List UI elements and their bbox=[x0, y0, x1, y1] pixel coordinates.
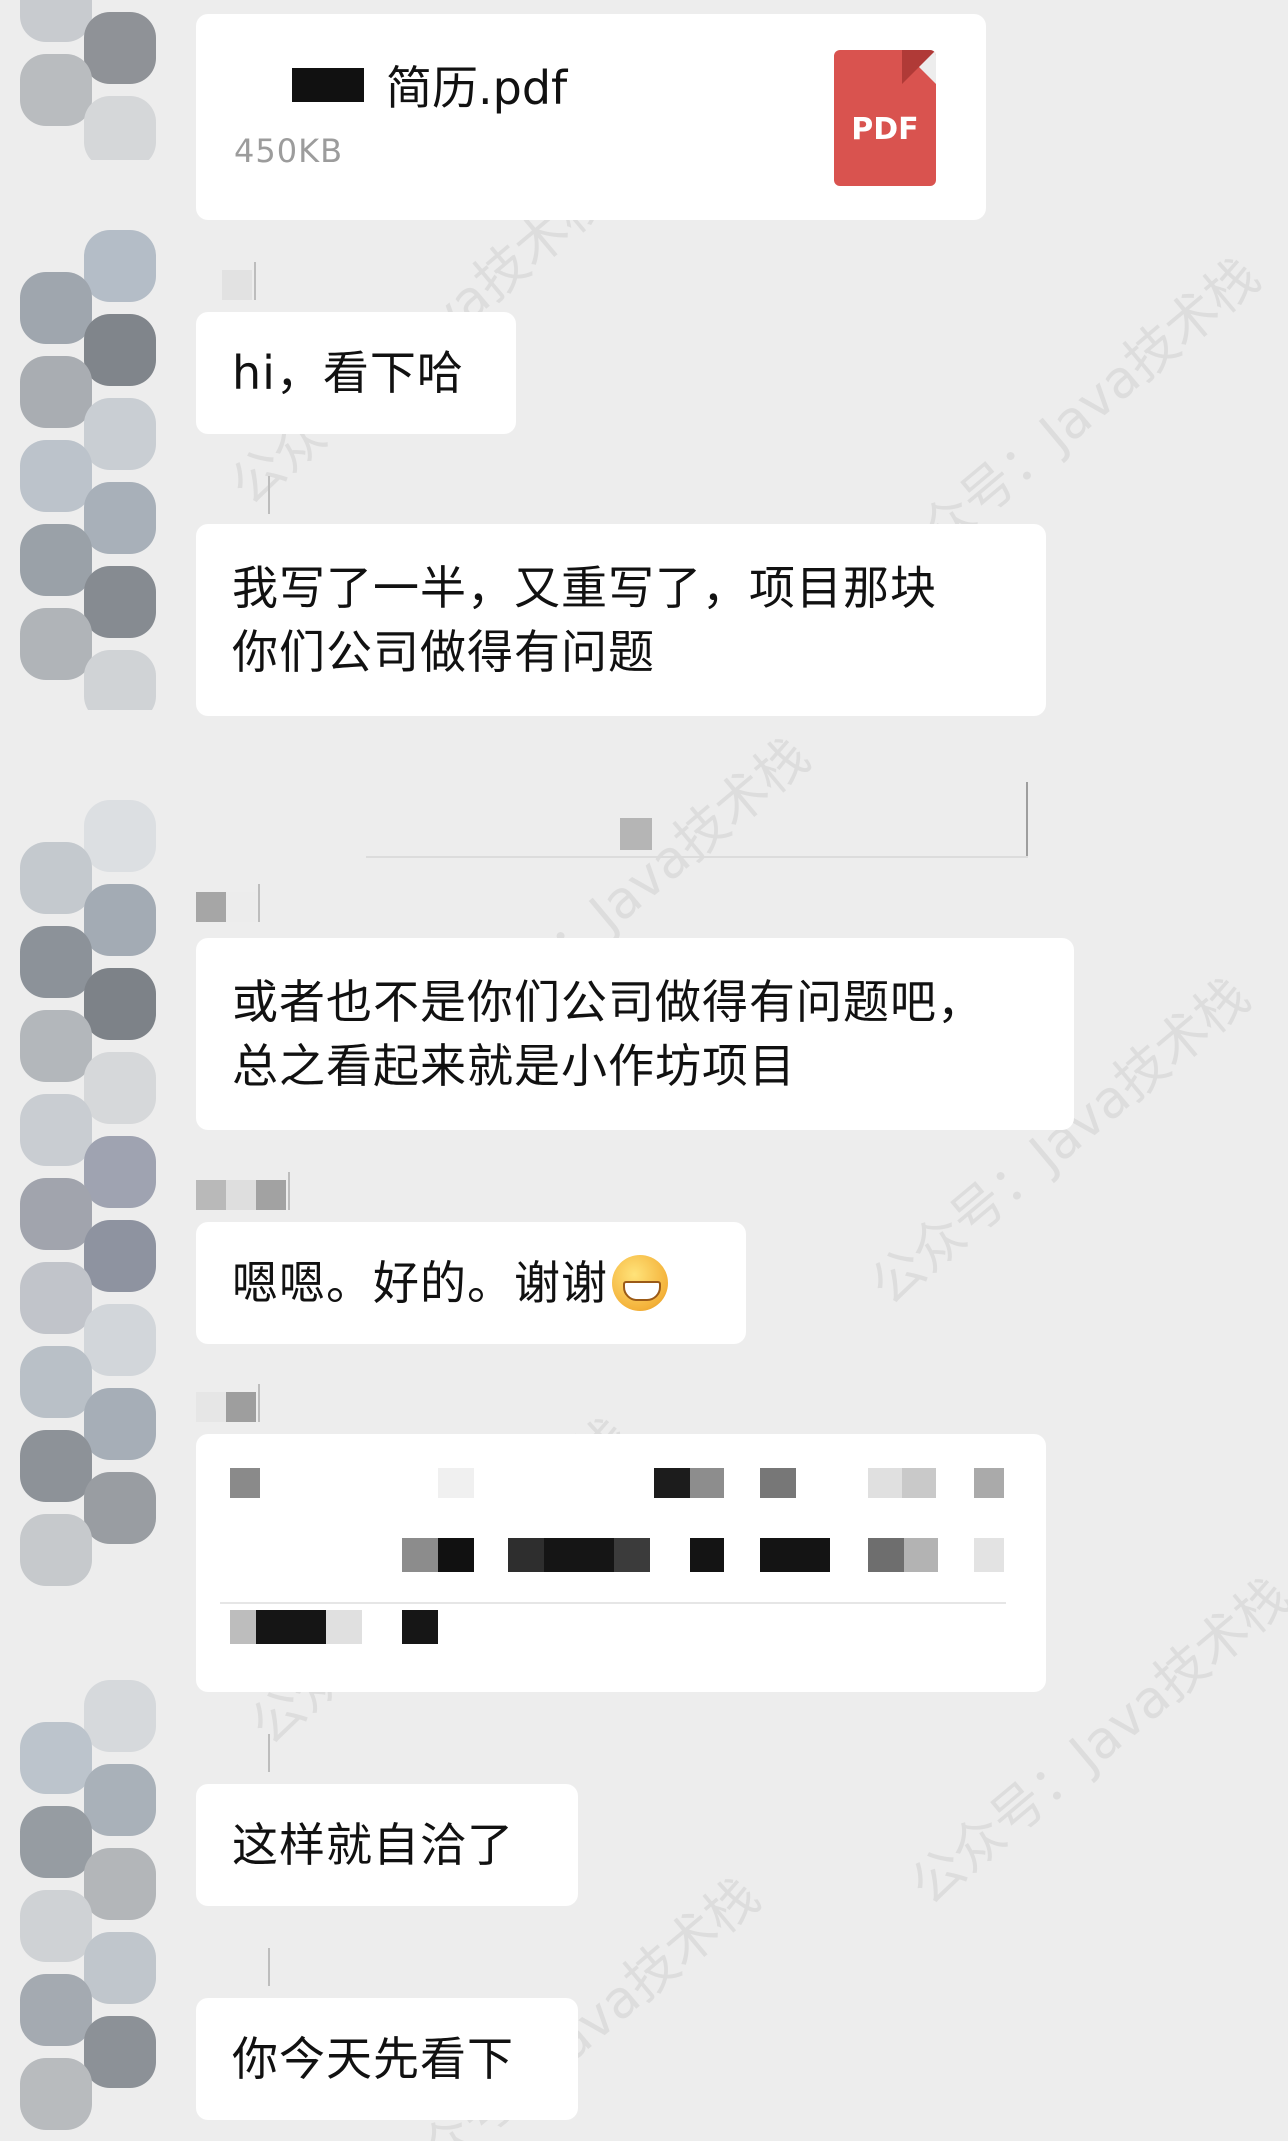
message-text: 嗯嗯。好的。谢谢 bbox=[232, 1251, 710, 1315]
message-text: 或者也不是你们公司做得有问题吧， bbox=[232, 975, 984, 1029]
message-bubble[interactable]: 这样就自洽了 bbox=[196, 1784, 578, 1906]
pdf-icon-label: PDF bbox=[851, 112, 919, 147]
message-bubble[interactable]: 你今天先看下 bbox=[196, 1998, 578, 2120]
file-message-card[interactable]: 简历.pdf 450KB PDF bbox=[196, 14, 986, 220]
avatar[interactable] bbox=[20, 800, 170, 1620]
message-text: 你们公司做得有问题 bbox=[232, 625, 655, 679]
sender-name-redacted bbox=[196, 1384, 260, 1422]
message-text: 总之看起来就是小作坊项目 bbox=[232, 1039, 796, 1093]
message-bubble[interactable]: hi，看下哈 bbox=[196, 312, 516, 434]
redacted-block bbox=[292, 68, 364, 102]
sender-name-redacted bbox=[196, 1948, 270, 1986]
chat-window: 公众号：Java技术栈 公众号：Java技术栈 公众号：Java技术栈 公众号：… bbox=[0, 0, 1288, 2141]
sender-name-redacted bbox=[196, 1734, 270, 1772]
message-text: hi，看下哈 bbox=[232, 346, 464, 400]
sender-name-redacted bbox=[196, 262, 256, 300]
message-text: 我写了一半，又重写了，项目那块 bbox=[232, 561, 937, 615]
message-text: 你今天先看下 bbox=[232, 2032, 514, 2086]
pdf-file-icon: PDF bbox=[834, 50, 936, 186]
avatar[interactable] bbox=[20, 230, 170, 710]
redacted-divider bbox=[366, 856, 1028, 858]
grinning-face-icon bbox=[612, 1254, 668, 1311]
avatar[interactable] bbox=[20, 0, 170, 160]
message-bubble[interactable]: 嗯嗯。好的。谢谢 bbox=[196, 1222, 746, 1344]
file-size: 450KB bbox=[234, 132, 344, 170]
message-bubble[interactable]: 或者也不是你们公司做得有问题吧， 总之看起来就是小作坊项目 bbox=[196, 938, 1074, 1130]
sender-name-redacted bbox=[196, 476, 270, 514]
sender-name-redacted bbox=[196, 884, 260, 922]
message-bubble[interactable]: 我写了一半，又重写了，项目那块 你们公司做得有问题 bbox=[196, 524, 1046, 716]
message-text-content: 嗯嗯。好的。谢谢 bbox=[232, 1256, 608, 1310]
file-name: 简历.pdf bbox=[292, 52, 567, 118]
message-text: 这样就自洽了 bbox=[232, 1818, 514, 1872]
sender-name-redacted bbox=[196, 1172, 290, 1210]
redacted-divider bbox=[1026, 782, 1028, 858]
avatar[interactable] bbox=[20, 1680, 170, 2141]
redacted-block bbox=[620, 818, 652, 850]
message-bubble-redacted[interactable] bbox=[196, 1434, 1046, 1692]
file-name-text: 简历.pdf bbox=[386, 61, 568, 115]
